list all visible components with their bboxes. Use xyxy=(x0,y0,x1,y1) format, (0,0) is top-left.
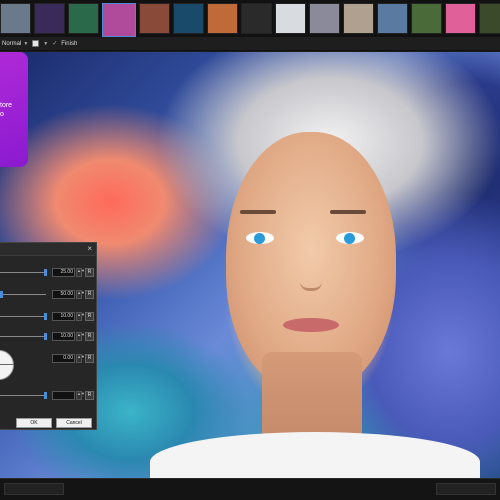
bottom-status-bar xyxy=(0,478,500,500)
photo-editor-window: Normal ▼ ▼ ✓ Finish tore o × 25.00 ▲▼ R 50.… xyxy=(0,0,500,500)
dialog-param-row: 25.00 ▲▼ R xyxy=(0,268,97,278)
portrait-brow-right xyxy=(330,210,366,214)
thumbnail-thumb-10[interactable] xyxy=(309,3,340,34)
portrait-nose xyxy=(300,267,322,291)
thumbnail-thumb-4[interactable] xyxy=(102,3,136,37)
value-input[interactable]: 0.00 xyxy=(52,354,75,363)
spinner-arrows-icon[interactable]: ▲▼ xyxy=(76,354,85,363)
reset-button[interactable]: R xyxy=(85,290,94,299)
value-input[interactable]: 50.00 xyxy=(52,290,75,299)
reset-button[interactable]: R xyxy=(85,268,94,277)
slider-track[interactable] xyxy=(0,336,46,337)
thumbnail-thumb-8[interactable] xyxy=(241,3,272,34)
thumbnail-thumb-5[interactable] xyxy=(139,3,170,34)
thumbnail-thumb-3[interactable] xyxy=(68,3,99,34)
dialog-param-row: 10.00 ▲▼ R xyxy=(0,312,97,322)
portrait-neck xyxy=(262,352,362,442)
thumbnail-thumb-14[interactable] xyxy=(445,3,476,34)
slider-thumb[interactable] xyxy=(44,392,47,399)
dialog-param-row: ▲▼ R xyxy=(0,391,97,401)
chevron-down-icon[interactable]: ▼ xyxy=(43,41,48,47)
promo-text-line2: o xyxy=(0,110,4,118)
status-segment xyxy=(436,483,496,495)
spinner-arrows-icon[interactable]: ▲▼ xyxy=(76,268,85,277)
slider-track[interactable] xyxy=(0,294,46,295)
portrait-eye-left xyxy=(246,232,274,244)
thumbnail-thumb-2[interactable] xyxy=(34,3,65,34)
close-icon[interactable]: × xyxy=(87,244,92,253)
slider-track[interactable] xyxy=(0,272,46,273)
cancel-button[interactable]: Cancel xyxy=(56,418,92,428)
portrait-brow-left xyxy=(240,210,276,214)
spinner-arrows-icon[interactable]: ▲▼ xyxy=(76,332,85,341)
spinner-arrows-icon[interactable]: ▲▼ xyxy=(76,312,85,321)
color-swatch[interactable] xyxy=(32,40,40,47)
thumbnail-thumb-13[interactable] xyxy=(411,3,442,34)
reset-button[interactable]: R xyxy=(85,391,94,400)
promo-text-line1: tore xyxy=(0,101,13,109)
blend-mode-select[interactable]: Normal ▼ xyxy=(2,41,28,47)
ok-button[interactable]: OK xyxy=(16,418,52,428)
slider-thumb[interactable] xyxy=(44,269,47,276)
reset-button[interactable]: R xyxy=(85,332,94,341)
thumbnail-thumb-12[interactable] xyxy=(377,3,408,34)
reset-button[interactable]: R xyxy=(85,354,94,363)
slider-thumb[interactable] xyxy=(44,333,47,340)
slider-thumb[interactable] xyxy=(0,291,3,298)
value-input[interactable] xyxy=(52,391,75,400)
thumbnail-thumb-11[interactable] xyxy=(343,3,374,34)
spinner-arrows-icon[interactable]: ▲▼ xyxy=(76,391,85,400)
dialog-titlebar: × xyxy=(0,243,96,256)
angle-dial-indicator xyxy=(0,364,14,365)
status-segment xyxy=(4,483,64,495)
dialog-param-row: 50.00 ▲▼ R xyxy=(0,290,97,300)
slider-track[interactable] xyxy=(0,316,46,317)
thumbnail-thumb-9[interactable] xyxy=(275,3,306,34)
promo-badge[interactable]: tore o xyxy=(0,52,28,167)
checkmark-icon: ✓ xyxy=(52,41,58,47)
portrait-eye-right xyxy=(336,232,364,244)
thumbnail-thumb-15[interactable] xyxy=(479,3,500,34)
dialog-param-row: 0.00 ▲▼ R xyxy=(0,354,97,364)
portrait-lips xyxy=(283,318,339,332)
blend-mode-label: Normal xyxy=(2,40,22,47)
thumbnail-thumb-1[interactable] xyxy=(0,3,31,34)
spinner-arrows-icon[interactable]: ▲▼ xyxy=(76,290,85,299)
thumbnail-thumb-6[interactable] xyxy=(173,3,204,34)
chevron-down-icon: ▼ xyxy=(23,40,29,47)
thumbnail-thumb-7[interactable] xyxy=(207,3,238,34)
thumbnail-strip xyxy=(0,0,500,37)
options-bar: Normal ▼ ▼ ✓ Finish xyxy=(0,37,500,51)
slider-thumb[interactable] xyxy=(44,313,47,320)
portrait-shirt xyxy=(150,432,480,478)
value-input[interactable]: 10.00 xyxy=(52,312,75,321)
value-input[interactable]: 25.00 xyxy=(52,268,75,277)
finish-button[interactable]: Finish xyxy=(61,41,77,47)
slider-track[interactable] xyxy=(0,395,46,396)
reset-button[interactable]: R xyxy=(85,312,94,321)
value-input[interactable]: 10.00 xyxy=(52,332,75,341)
dialog-param-row: 10.00 ▲▼ R xyxy=(0,332,97,342)
